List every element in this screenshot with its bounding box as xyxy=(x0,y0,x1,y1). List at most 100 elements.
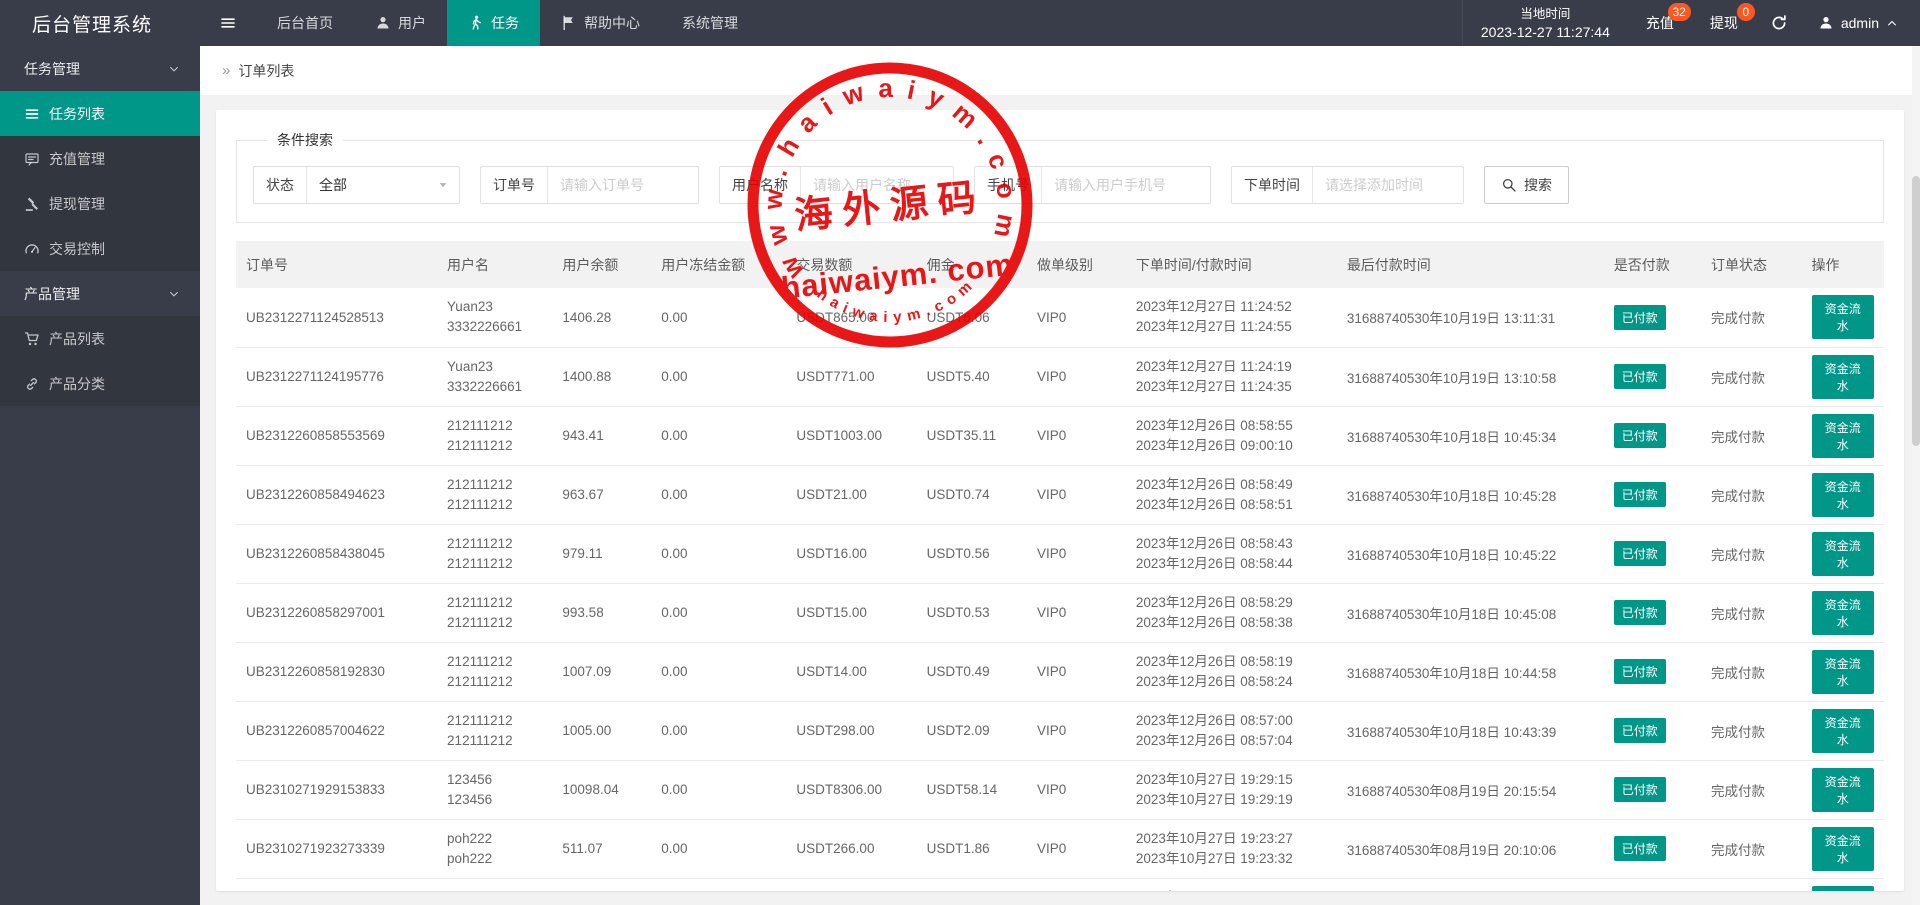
nav-item[interactable]: 帮助中心 xyxy=(540,0,661,46)
fund-flow-button[interactable]: 资金流水 xyxy=(1811,354,1874,399)
cell-commission: USDT0.49 xyxy=(916,642,1027,702)
cell-order-no: UB2312271124195776 xyxy=(236,347,438,407)
fund-flow-button[interactable]: 资金流水 xyxy=(1811,767,1874,812)
fund-flow-button[interactable]: 资金流水 xyxy=(1811,472,1874,517)
search-icon xyxy=(1501,177,1517,193)
sidebar-item[interactable]: 产品列表 xyxy=(0,316,200,361)
app-title: 后台管理系统 xyxy=(32,14,153,36)
withdraw-link[interactable]: 提现 0 xyxy=(1692,0,1756,46)
cell-last-pay-time: 31688740530年10月19日 13:10:58 xyxy=(1336,347,1604,407)
withdraw-badge: 0 xyxy=(1736,3,1755,21)
fund-flow-button[interactable]: 资金流水 xyxy=(1811,649,1874,694)
cell-frozen: 0.00 xyxy=(651,583,787,643)
status-select[interactable]: 全部 xyxy=(307,167,459,203)
cell-commission: USDT35.11 xyxy=(916,406,1027,466)
status-filter-group: 状态 全部 xyxy=(253,166,460,204)
cell-commission: USDT0.74 xyxy=(916,465,1027,525)
sidebar-group-items: 产品列表 产品分类 xyxy=(0,316,200,406)
fund-flow-button[interactable]: 资金流水 xyxy=(1811,885,1874,891)
sidebar-item[interactable]: 提现管理 xyxy=(0,181,200,226)
breadcrumb-prefix: » xyxy=(222,62,231,79)
table-row: UB2312260858297001 212111212 212111212 993.… xyxy=(236,583,1884,643)
username-input[interactable] xyxy=(801,167,953,203)
fund-flow-button[interactable]: 资金流水 xyxy=(1811,590,1874,635)
order-no-input[interactable] xyxy=(548,167,698,203)
sidebar-item-label: 交易控制 xyxy=(49,240,105,257)
nav-item[interactable]: 任务 xyxy=(447,0,540,46)
cell-last-pay-time: 31688740530年10月18日 10:45:22 xyxy=(1336,524,1604,584)
cell-amount: USDT16.00 xyxy=(786,524,917,584)
fund-flow-button[interactable]: 资金流水 xyxy=(1811,708,1874,753)
page-scrollbar[interactable] xyxy=(1912,46,1920,905)
walking-icon xyxy=(468,15,484,31)
phone-input[interactable] xyxy=(1042,167,1210,203)
cell-user: Yuan23 3332226661 xyxy=(437,288,553,348)
cell-action: 资金流水 xyxy=(1801,465,1884,525)
cell-level: VIP0 xyxy=(1027,701,1126,761)
cell-balance: 1400.88 xyxy=(552,347,652,407)
search-legend: 条件搜索 xyxy=(277,132,333,148)
cell-level: VIP0 xyxy=(1027,819,1126,879)
cell-level: VIP0 xyxy=(1027,406,1126,466)
paid-badge: 已付款 xyxy=(1613,541,1666,566)
cell-times: 2023年12月26日 08:58:55 2023年12月26日 09:00:10 xyxy=(1125,406,1337,466)
sidebar-toggle-button[interactable] xyxy=(200,0,256,46)
cell-status: 完成付款 xyxy=(1701,583,1802,643)
fund-flow-button[interactable]: 资金流水 xyxy=(1811,826,1874,871)
cell-user: Yuan23 3332226661 xyxy=(437,347,553,407)
cell-frozen: 0.00 xyxy=(651,819,787,879)
paid-badge: 已付款 xyxy=(1613,718,1666,743)
cell-amount: USDT21.00 xyxy=(786,465,917,525)
recharge-link[interactable]: 充值 32 xyxy=(1628,0,1692,46)
chevron-down-icon xyxy=(168,63,180,75)
cell-user: 212111212 212111212 xyxy=(437,406,553,466)
person-icon xyxy=(375,15,391,31)
sidebar-group-header[interactable]: 任务管理 xyxy=(0,46,200,91)
cell-user: poh222poh222 xyxy=(437,878,553,891)
paid-badge: 已付款 xyxy=(1613,364,1666,389)
sidebar-item[interactable]: 产品分类 xyxy=(0,361,200,406)
cell-last-pay-time: 31688740530年10月18日 10:43:39 xyxy=(1336,701,1604,761)
nav-item[interactable]: 系统管理 xyxy=(661,0,759,46)
flag-icon xyxy=(561,15,577,31)
cell-last-pay-time: 31688740530年08月19日 20:15:54 xyxy=(1336,760,1604,820)
admin-username: admin xyxy=(1840,15,1879,31)
cell-action: 资金流水 xyxy=(1801,819,1884,879)
cell-order-no: UB2312260858553569 xyxy=(236,406,438,466)
cell-balance: 1406.28 xyxy=(552,288,652,348)
nav-item-label: 后台首页 xyxy=(277,15,333,31)
cell-status: 完成付款 xyxy=(1701,288,1802,348)
search-button[interactable]: 搜索 xyxy=(1484,166,1569,204)
fund-flow-button[interactable]: 资金流水 xyxy=(1811,531,1874,576)
cell-order-no: UB2312260858438045 xyxy=(236,524,438,584)
content: 条件搜索 状态 全部 订单号 请输入订单号 用户名称 请输入用户名称 手机号 请… xyxy=(200,96,1920,905)
cell-user: 212111212 212111212 xyxy=(437,583,553,643)
link-icon xyxy=(24,376,40,392)
sidebar-group-header[interactable]: 产品管理 xyxy=(0,271,200,316)
nav-item[interactable]: 后台首页 xyxy=(256,0,354,46)
top-nav: 后台首页 用户 任务 帮助中心 系统管理 xyxy=(256,0,759,46)
cell-amount: USDT266.00 xyxy=(786,819,917,879)
sidebar-item[interactable]: 充值管理 xyxy=(0,136,200,181)
cell-action: 资金流水 xyxy=(1801,583,1884,643)
cell-status: 完成付款 xyxy=(1701,524,1802,584)
cell-times: 2023年12月26日 08:58:29 2023年12月26日 08:58:38 xyxy=(1125,583,1337,643)
sidebar-item[interactable]: 交易控制 xyxy=(0,226,200,271)
scrollbar-thumb[interactable] xyxy=(1912,176,1920,446)
hammer-icon xyxy=(24,196,40,212)
fund-flow-button[interactable]: 资金流水 xyxy=(1811,295,1874,340)
cell-amount: USDT1003.00 xyxy=(786,406,917,466)
table-row: UB2312260858553569 212111212 212111212 943.… xyxy=(236,406,1884,466)
nav-item[interactable]: 用户 xyxy=(354,0,447,46)
column-header: 用户余额 xyxy=(552,241,652,288)
sidebar-item[interactable]: 任务列表 xyxy=(0,91,200,136)
hamburger-icon xyxy=(220,15,236,31)
admin-menu[interactable]: admin xyxy=(1802,0,1920,46)
column-header: 用户名 xyxy=(437,241,553,288)
cell-paid: 已付款 xyxy=(1603,524,1701,584)
order-time-input[interactable] xyxy=(1313,167,1463,203)
cell-order-no: UB2312260857004622 xyxy=(236,701,438,761)
fund-flow-button[interactable]: 资金流水 xyxy=(1811,413,1874,458)
refresh-button[interactable] xyxy=(1756,0,1802,46)
cell-paid: 已付款 xyxy=(1603,701,1701,761)
